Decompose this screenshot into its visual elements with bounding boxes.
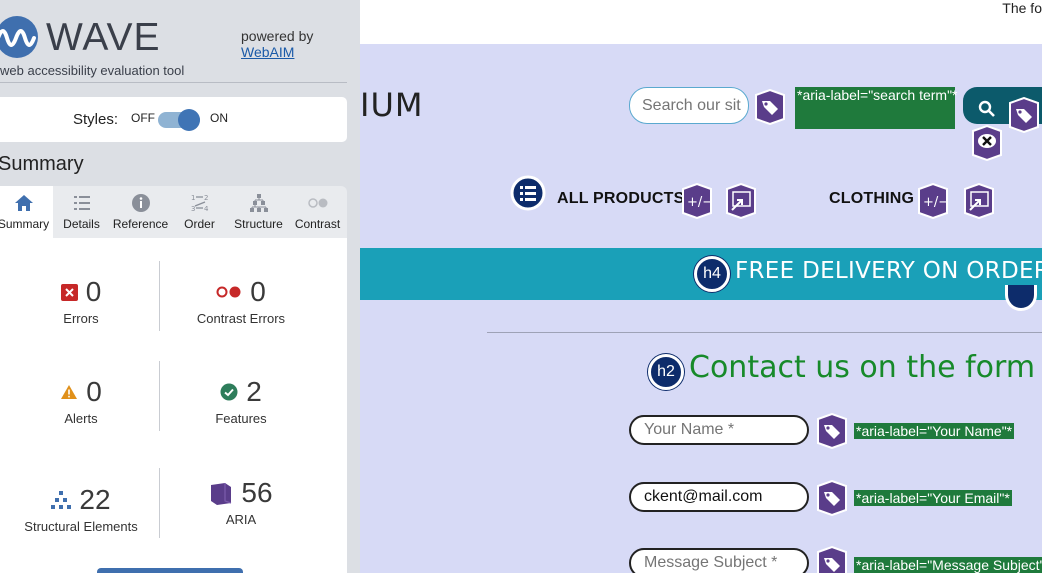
svg-text:4: 4 (204, 205, 209, 213)
feature-check-icon (220, 383, 238, 401)
wave-header: WAVE web accessibility evaluation tool p… (0, 0, 347, 83)
top-strip: The fo (360, 0, 1042, 44)
nav-clothing[interactable]: CLOTHING (829, 190, 914, 208)
h4-badge: h4 (694, 256, 730, 292)
styles-off-label: OFF (131, 111, 155, 125)
name-field[interactable] (629, 415, 809, 445)
aria-count: 56 (241, 477, 273, 508)
email-aria-label-tag: *aria-label="Your Email"* (854, 490, 1012, 506)
aria-label-tag-icon (1009, 97, 1039, 133)
errors-count: 0 (85, 276, 102, 307)
aria-popup-icon (964, 183, 994, 219)
subject-aria-label-tag: *aria-label="Message Subject"* (854, 557, 1042, 573)
delivery-heading: FREE DELIVERY ON ORDERS (735, 258, 1042, 284)
aria-label: ARIA (225, 512, 257, 527)
tab-label: Structure (234, 217, 283, 231)
wave-logo-text: WAVE (46, 16, 161, 59)
alerts-label: Alerts (64, 411, 98, 426)
summary-panel: 0 Errors 0 Contrast Errors 0 Alerts 2 Fe… (0, 238, 347, 573)
svg-text:+/−: +/− (923, 195, 949, 210)
tab-structure[interactable]: Structure (229, 186, 288, 238)
contrast-icon (307, 198, 327, 208)
svg-text:2: 2 (204, 194, 208, 202)
aria-expanded-icon: +/− (682, 183, 713, 219)
powered-by: powered by WebAIM (241, 28, 313, 60)
aria-label-tag-icon (755, 89, 785, 125)
styles-label: Styles: (73, 111, 119, 128)
tab-label: Reference (112, 217, 169, 231)
contrast-errors-label: Contrast Errors (196, 311, 286, 326)
error-icon (60, 283, 78, 301)
contrast-errors-count: 0 (250, 276, 266, 307)
summary-heading: Summary (0, 153, 84, 175)
styles-toggle-knob[interactable] (178, 109, 200, 131)
aria-label-tag-icon (817, 546, 847, 573)
stat-errors[interactable]: 0 Errors (1, 275, 161, 326)
tab-summary[interactable]: Summary (0, 186, 53, 238)
features-count: 2 (246, 376, 262, 407)
errors-label: Errors (63, 311, 99, 326)
wave-logo-icon (0, 16, 38, 58)
screen: WAVE web accessibility evaluation tool p… (0, 0, 1042, 573)
list-icon (73, 196, 90, 210)
web-page: The fo IUM *aria-label="search term"* AL… (360, 0, 1042, 573)
search-icon (978, 100, 995, 117)
tab-label: Details (63, 217, 100, 231)
page-divider (487, 332, 1042, 333)
stat-aria[interactable]: 56 ARIA (161, 476, 321, 527)
stat-alerts[interactable]: 0 Alerts (1, 375, 161, 426)
view-details-button[interactable] (97, 568, 243, 573)
email-field[interactable] (629, 482, 809, 512)
order-icon: 1 2 3 4 (191, 194, 209, 213)
aria-popup-icon (726, 183, 756, 219)
name-aria-label-tag: *aria-label="Your Name"* (854, 423, 1015, 439)
tab-label: Summary (0, 217, 50, 231)
wave-sidebar: WAVE web accessibility evaluation tool p… (0, 0, 360, 573)
features-label: Features (215, 411, 267, 426)
aria-label-tag-icon (817, 413, 847, 449)
aria-expanded-icon: +/− (918, 183, 949, 219)
tab-details[interactable]: Details (52, 186, 111, 238)
subject-field[interactable] (629, 548, 809, 573)
styles-on-label: ON (210, 111, 228, 125)
structure-icon (51, 491, 72, 509)
structural-label: Structural Elements (24, 519, 138, 534)
svg-text:1: 1 (191, 194, 195, 202)
svg-text:3: 3 (191, 205, 195, 213)
top-strip-text: The fo (1002, 0, 1042, 16)
tab-reference[interactable]: Reference (111, 186, 170, 238)
info-icon (131, 194, 150, 212)
tab-label: Contrast (294, 217, 341, 231)
structure-icon (249, 194, 268, 212)
tab-label: Order (184, 217, 215, 231)
aria-hidden-icon (972, 125, 1002, 161)
aria-label-tag-icon (817, 480, 847, 516)
list-structure-icon (510, 175, 546, 211)
tab-contrast[interactable]: Contrast (288, 186, 347, 238)
stat-structural[interactable]: 22 Structural Elements (1, 483, 161, 534)
alert-icon (61, 385, 78, 399)
search-aria-label-tag: *aria-label="search term"* (795, 87, 958, 129)
wave-tabs: Summary Details Reference 1 2 3 4 Order Str… (0, 186, 347, 238)
tab-order[interactable]: 1 2 3 4 Order (170, 186, 229, 238)
structural-count: 22 (79, 484, 111, 515)
contact-heading: Contact us on the form be (689, 350, 1042, 385)
alerts-count: 0 (86, 376, 102, 407)
h2-badge: h2 (648, 354, 684, 390)
heading-badge-partial (1005, 285, 1037, 311)
contrast-error-icon (216, 286, 241, 298)
aria-icon (211, 483, 232, 505)
svg-text:+/−: +/− (687, 195, 713, 210)
webaim-link[interactable]: WebAIM (241, 44, 313, 60)
nav-all-products[interactable]: ALL PRODUCTS (557, 190, 684, 208)
stat-features[interactable]: 2 Features (161, 375, 321, 426)
site-brand: IUM (360, 86, 424, 124)
stat-contrast-errors[interactable]: 0 Contrast Errors (161, 275, 321, 326)
wave-subtitle: web accessibility evaluation tool (0, 63, 185, 78)
powered-by-label: powered by (241, 28, 314, 44)
search-input[interactable] (629, 87, 749, 124)
home-icon (14, 195, 33, 211)
